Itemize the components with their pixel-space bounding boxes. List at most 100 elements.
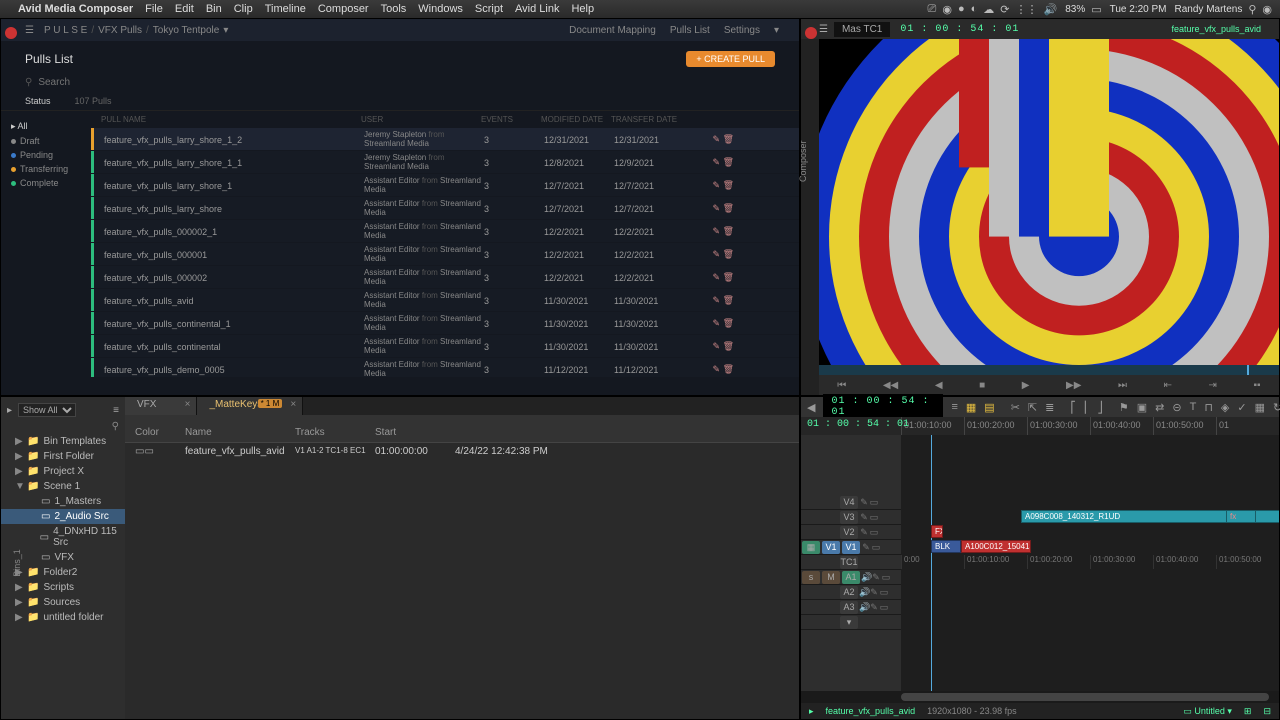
tree-item[interactable]: ▶📁Project X xyxy=(1,464,125,479)
timeline-ruler[interactable]: 01 : 00 : 54 : 01 01:00:10:00 01:00:20:0… xyxy=(801,417,1279,435)
track-header-a3[interactable]: A3🔊✎▭ xyxy=(801,600,901,615)
table-row[interactable]: feature_vfx_pulls_larry_shoreAssistant E… xyxy=(91,197,799,219)
play-back-icon[interactable]: ◀ xyxy=(935,380,943,391)
mark-out-icon[interactable]: ⇥ xyxy=(1209,380,1217,391)
timeline-track-area[interactable]: A098C008_140312_R1UD fx MicrosoftTeam (8… xyxy=(901,435,1279,691)
track-header-v3[interactable]: V3✎▭ xyxy=(801,510,901,525)
siri-icon[interactable]: ◉ xyxy=(1262,3,1272,16)
wifi-icon[interactable]: ⋮⋮ xyxy=(1016,3,1038,16)
track-header-a2[interactable]: A2🔊✎▭ xyxy=(801,585,901,600)
flag-icon[interactable]: ⚑ xyxy=(1119,401,1129,414)
status-dot-icon[interactable]: ● xyxy=(958,3,965,15)
clock[interactable]: Tue 2:20 PM xyxy=(1110,4,1167,15)
menu-icon[interactable]: ≡ xyxy=(951,401,957,413)
menu-bin[interactable]: Bin xyxy=(206,3,222,15)
col-events[interactable]: EVENTS xyxy=(481,115,541,124)
user-name[interactable]: Randy Martens xyxy=(1175,4,1243,15)
filter-all[interactable]: ▸ All xyxy=(5,119,87,134)
volume-icon[interactable]: 🔊 xyxy=(1044,3,1058,16)
col-transfer[interactable]: TRANSFER DATE xyxy=(611,115,681,124)
col-modified[interactable]: MODIFIED DATE xyxy=(541,115,611,124)
extract-icon[interactable]: ≣ xyxy=(1045,401,1054,414)
col-tracks[interactable]: Tracks xyxy=(295,427,375,438)
track-header-v4[interactable]: V4✎▭ xyxy=(801,495,901,510)
hamburger-icon[interactable]: ☰ xyxy=(25,25,34,36)
hamburger-icon[interactable]: ☰ xyxy=(819,24,828,35)
cut-icon[interactable]: ✂ xyxy=(1011,401,1020,414)
refresh-icon[interactable]: ↻ xyxy=(1273,401,1280,414)
search-input[interactable] xyxy=(38,77,170,88)
chevron-down-icon[interactable]: ▾ xyxy=(774,25,779,36)
play-icon[interactable]: ▶ xyxy=(1022,380,1030,391)
mark-in-icon[interactable]: ⎡ xyxy=(1070,401,1076,414)
insert-icon[interactable]: ▤ xyxy=(984,401,994,414)
track-header-v1[interactable]: ▦V1V1✎▭ xyxy=(801,540,901,555)
link-pulls-list[interactable]: Pulls List xyxy=(670,25,710,36)
tab-status[interactable]: Status xyxy=(25,92,51,110)
spotlight-icon[interactable]: ⚲ xyxy=(1248,3,1256,16)
tree-item[interactable]: ▶📁First Folder xyxy=(1,449,125,464)
tool-icon[interactable]: ⊟ xyxy=(1263,706,1271,717)
track-header-tc1[interactable]: TC1 xyxy=(801,555,901,570)
color-icon[interactable]: ▦ xyxy=(1255,401,1265,414)
table-row[interactable]: feature_vfx_pulls_continental_1Assistant… xyxy=(91,312,799,334)
view-icon[interactable]: ▣ xyxy=(1137,401,1147,414)
tree-item[interactable]: ▶📁Bin Templates xyxy=(1,434,125,449)
clip-fx[interactable]: FX xyxy=(931,525,943,538)
table-row[interactable]: feature_vfx_pulls_000001Assistant Editor… xyxy=(91,243,799,265)
table-row[interactable]: feature_vfx_pulls_larry_shore_1Assistant… xyxy=(91,174,799,196)
tree-item[interactable]: ▭4_DNxHD 115 Src xyxy=(1,524,125,550)
col-start[interactable]: Start xyxy=(375,427,455,438)
menu-file[interactable]: File xyxy=(145,3,163,15)
filter-complete[interactable]: Complete xyxy=(5,176,87,190)
filter-pending[interactable]: Pending xyxy=(5,148,87,162)
forward-icon[interactable]: ▶▶ xyxy=(1066,380,1081,391)
status-circle-icon[interactable]: ◉ xyxy=(942,3,952,16)
tab-count[interactable]: 107 Pulls xyxy=(75,92,112,110)
clip-fx[interactable]: fx xyxy=(1226,510,1256,523)
breadcrumb[interactable]: VFX Pulls xyxy=(98,25,142,36)
status-half-icon[interactable]: ◐ xyxy=(971,3,978,15)
step-back-icon[interactable]: ⏮ xyxy=(837,380,846,391)
bin-row[interactable]: ▭▭ feature_vfx_pulls_avid V1 A1-2 TC1-8 … xyxy=(125,443,799,460)
mark-clip-icon[interactable]: ⎢ xyxy=(1084,401,1090,414)
view-menu[interactable]: ▭ Untitled ▾ xyxy=(1183,706,1232,717)
table-row[interactable]: feature_vfx_pulls_000002_1Assistant Edit… xyxy=(91,220,799,242)
tree-item[interactable]: ▭1_Masters xyxy=(1,494,125,509)
clip[interactable]: A100C012_150413_I xyxy=(961,540,1031,553)
overwrite-icon[interactable]: ▦ xyxy=(966,401,976,414)
tree-item[interactable]: ▶📁untitled folder xyxy=(1,610,125,625)
breadcrumb[interactable]: Tokyo Tentpole xyxy=(153,25,220,36)
table-row[interactable]: feature_vfx_pulls_000002Assistant Editor… xyxy=(91,266,799,288)
trim-icon[interactable]: ⊓ xyxy=(1204,401,1213,414)
filter-transferring[interactable]: Transferring xyxy=(5,162,87,176)
expand-icon[interactable]: ▸ xyxy=(809,706,814,717)
menu-script[interactable]: Script xyxy=(475,3,503,15)
record-monitor[interactable] xyxy=(819,39,1279,365)
menu-windows[interactable]: Windows xyxy=(418,3,463,15)
zoom-icon[interactable]: ⊝ xyxy=(1172,401,1181,414)
link-settings[interactable]: Settings xyxy=(724,25,760,36)
col-name[interactable]: Name xyxy=(185,427,295,438)
table-row[interactable]: feature_vfx_pulls_larry_shore_1_1Jeremy … xyxy=(91,151,799,173)
menu-timeline[interactable]: Timeline xyxy=(265,3,306,15)
step-fwd-icon[interactable]: ⏭ xyxy=(1118,380,1127,391)
table-row[interactable]: feature_vfx_pulls_larry_shore_1_2Jeremy … xyxy=(91,128,799,150)
rewind-icon[interactable]: ◀◀ xyxy=(883,380,898,391)
filter-draft[interactable]: Draft xyxy=(5,134,87,148)
tool-icon[interactable]: ⊞ xyxy=(1244,706,1252,717)
close-icon[interactable]: × xyxy=(290,399,296,410)
list-icon[interactable]: ≡ xyxy=(113,405,119,416)
clip-name[interactable]: Mas TC1 xyxy=(834,22,890,37)
close-icon[interactable]: × xyxy=(185,399,191,410)
timeline-scrollbar[interactable] xyxy=(801,691,1279,703)
position-bar[interactable] xyxy=(819,365,1279,375)
search-icon[interactable]: ⚲ xyxy=(112,421,119,432)
check-icon[interactable]: ✓ xyxy=(1237,401,1246,414)
track-header-a1[interactable]: sMA1🔊✎▭ xyxy=(801,570,901,585)
arrow-icon[interactable]: ▸ xyxy=(7,405,12,416)
mark-out-icon[interactable]: ⎦ xyxy=(1097,401,1103,414)
menu-composer[interactable]: Composer xyxy=(318,3,369,15)
menu-edit[interactable]: Edit xyxy=(175,3,194,15)
create-pull-button[interactable]: + CREATE PULL xyxy=(686,51,775,67)
